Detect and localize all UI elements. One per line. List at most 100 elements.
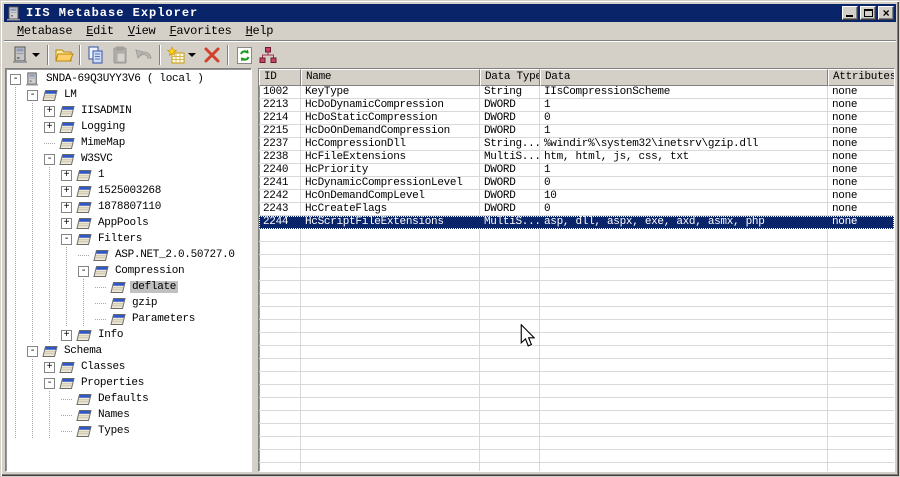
cell-data: 1 <box>540 125 828 138</box>
cell-data-type <box>480 346 540 359</box>
list-row[interactable]: 2240 HcPriority DWORD 1 none <box>259 164 894 177</box>
tree-expander-icon[interactable]: + <box>61 185 72 197</box>
list-row[interactable]: 2238 HcFileExtensions MultiS... htm, htm… <box>259 151 894 164</box>
tree-expander-icon[interactable] <box>44 137 55 149</box>
tree-expander-icon[interactable]: - <box>27 89 38 101</box>
tree-item-types[interactable]: Types <box>6 423 251 439</box>
list-row[interactable]: 2243 HcCreateFlags DWORD 0 none <box>259 203 894 216</box>
tree-expander-icon[interactable]: - <box>27 345 38 357</box>
tree-item-snda-69q3uyy3v6-local[interactable]: - SNDA-69Q3UYY3V6 ( local ) <box>6 71 251 87</box>
close-button[interactable]: × <box>878 6 894 20</box>
tree-item-info[interactable]: + Info <box>6 327 251 343</box>
menu-item-favorites[interactable]: Favorites <box>162 22 238 40</box>
metabase-key-icon <box>76 185 92 198</box>
tree-item-asp-net-2-0-50727-0[interactable]: ASP.NET_2.0.50727.0 <box>6 247 251 263</box>
tree-item-defaults[interactable]: Defaults <box>6 391 251 407</box>
list-body: 1002 KeyType String IIsCompressionScheme… <box>259 86 894 471</box>
close-icon: × <box>882 6 890 20</box>
tree-expander-icon[interactable]: + <box>44 121 55 133</box>
tree-item-mimemap[interactable]: MimeMap <box>6 135 251 151</box>
tree-expander-icon[interactable]: - <box>78 265 89 277</box>
list-row[interactable]: 2242 HcOnDemandCompLevel DWORD 10 none <box>259 190 894 203</box>
tree-item-logging[interactable]: + Logging <box>6 119 251 135</box>
tree-item-parameters[interactable]: Parameters <box>6 311 251 327</box>
list-row[interactable]: 2213 HcDoDynamicCompression DWORD 1 none <box>259 99 894 112</box>
list-row[interactable]: 1002 KeyType String IIsCompressionScheme… <box>259 86 894 99</box>
delete-button[interactable] <box>200 44 224 66</box>
maximize-button[interactable] <box>860 6 876 20</box>
tree-item-apppools[interactable]: + AppPools <box>6 215 251 231</box>
tree-item-schema[interactable]: - Schema <box>6 343 251 359</box>
column-header-id[interactable]: ID <box>259 69 301 86</box>
list-row[interactable]: 2244 HcScriptFileExtensions MultiS... as… <box>259 216 894 229</box>
view-hierarchy-button[interactable] <box>256 44 280 66</box>
tree-item-w3svc[interactable]: - W3SVC <box>6 151 251 167</box>
tree-item-label: Info <box>98 329 124 341</box>
list-row[interactable]: 2237 HcCompressionDll String... %windir%… <box>259 138 894 151</box>
titlebar[interactable]: IIS Metabase Explorer × <box>4 4 896 22</box>
tree-expander-icon[interactable] <box>61 409 72 421</box>
copy-button[interactable] <box>84 44 108 66</box>
list-row[interactable]: 2215 HcDoOnDemandCompression DWORD 1 non… <box>259 125 894 138</box>
tree-expander-icon[interactable] <box>95 297 106 309</box>
column-header-data[interactable]: Data <box>540 69 828 86</box>
tree-expander-icon[interactable]: - <box>44 153 55 165</box>
list-empty-row <box>259 450 894 463</box>
open-button[interactable] <box>52 44 76 66</box>
cell-attributes <box>828 398 894 411</box>
tree-item-iisadmin[interactable]: + IISADMIN <box>6 103 251 119</box>
tree-expander-icon[interactable]: - <box>44 377 55 389</box>
tree-item-1525003268[interactable]: + 1525003268 <box>6 183 251 199</box>
cell-data-type: DWORD <box>480 203 540 216</box>
app-icon[interactable] <box>6 6 22 21</box>
cell-data-type: DWORD <box>480 112 540 125</box>
tree-expander-icon[interactable] <box>61 425 72 437</box>
tree-expander-icon[interactable]: - <box>61 233 72 245</box>
tree-item-names[interactable]: Names <box>6 407 251 423</box>
tree-expander-icon[interactable]: - <box>10 73 21 85</box>
metabase-key-icon <box>59 153 75 166</box>
menu-item-help[interactable]: Help <box>239 22 281 40</box>
tree-item-lm[interactable]: - LM <box>6 87 251 103</box>
tree-expander-icon[interactable] <box>61 393 72 405</box>
column-header-attributes[interactable]: Attributes <box>828 69 894 86</box>
tree-expander-icon[interactable]: + <box>44 105 55 117</box>
column-header-name[interactable]: Name <box>301 69 480 86</box>
new-key-button[interactable] <box>164 44 188 66</box>
cell-data-type: String... <box>480 138 540 151</box>
undo-button[interactable] <box>132 44 156 66</box>
menu-item-view[interactable]: View <box>121 22 163 40</box>
connect-server-button[interactable] <box>8 44 32 66</box>
tree-item-properties[interactable]: - Properties <box>6 375 251 391</box>
minimize-button[interactable] <box>842 6 858 20</box>
cell-id: 2241 <box>259 177 301 190</box>
cell-data-type <box>480 255 540 268</box>
list-row[interactable]: 2214 HcDoStaticCompression DWORD 0 none <box>259 112 894 125</box>
tree-item-label: Types <box>98 425 130 437</box>
connect-dropdown-arrow-icon[interactable] <box>32 53 40 57</box>
new-key-dropdown-arrow-icon[interactable] <box>188 53 196 57</box>
tree-item-filters[interactable]: - Filters <box>6 231 251 247</box>
tree-item-1878807110[interactable]: + 1878807110 <box>6 199 251 215</box>
list-empty-row <box>259 307 894 320</box>
tree-item-deflate[interactable]: deflate <box>6 279 251 295</box>
tree-expander-icon[interactable]: + <box>61 169 72 181</box>
tree-expander-icon[interactable] <box>95 281 106 293</box>
column-header-data-type[interactable]: Data Type <box>480 69 540 86</box>
tree-item-gzip[interactable]: gzip <box>6 295 251 311</box>
tree-expander-icon[interactable] <box>78 249 89 261</box>
tree-expander-icon[interactable]: + <box>44 361 55 373</box>
menu-item-edit[interactable]: Edit <box>79 22 121 40</box>
tree-item-compression[interactable]: - Compression <box>6 263 251 279</box>
tree-expander-icon[interactable]: + <box>61 329 72 341</box>
cell-data-type <box>480 333 540 346</box>
tree-expander-icon[interactable]: + <box>61 217 72 229</box>
tree-expander-icon[interactable]: + <box>61 201 72 213</box>
tree-item-1[interactable]: + 1 <box>6 167 251 183</box>
paste-button[interactable] <box>108 44 132 66</box>
tree-expander-icon[interactable] <box>95 313 106 325</box>
menu-item-metabase[interactable]: Metabase <box>10 22 79 40</box>
tree-item-classes[interactable]: + Classes <box>6 359 251 375</box>
refresh-button[interactable] <box>232 44 256 66</box>
list-row[interactable]: 2241 HcDynamicCompressionLevel DWORD 0 n… <box>259 177 894 190</box>
